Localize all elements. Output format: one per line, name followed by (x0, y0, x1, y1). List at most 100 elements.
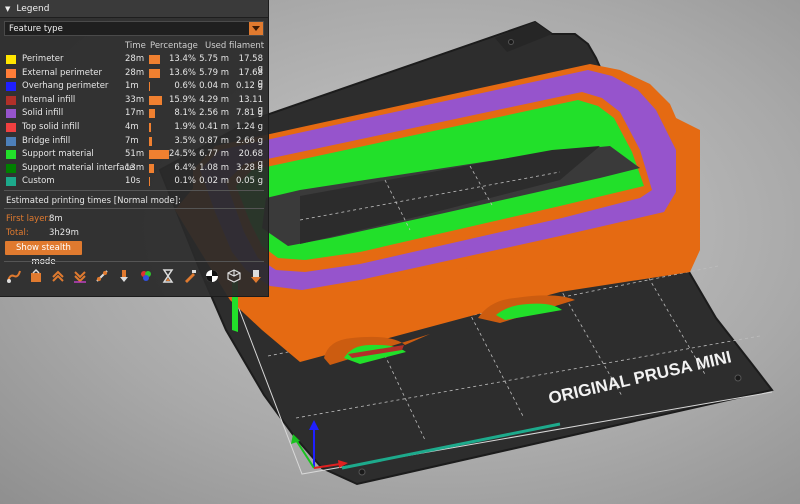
feature-name: Perimeter (22, 54, 64, 64)
divider (4, 208, 264, 209)
seams-icon[interactable] (94, 268, 110, 284)
feature-percentage: 6.4% (174, 162, 196, 173)
color-swatch (6, 82, 16, 92)
feature-length: 4.29 m (199, 94, 229, 105)
feature-length: 0.04 m (199, 81, 229, 92)
feature-time: 17m (125, 108, 145, 119)
feature-name: Support material interface (22, 162, 135, 173)
legend-row: Overhang perimeter 1m 0.6% 0.04 m 0.12 g (0, 80, 268, 93)
feature-time: 33m (125, 94, 145, 105)
legend-row: Custom 10s 0.1% 0.02 m 0.05 g (0, 175, 268, 188)
col-percentage: Percentage (150, 41, 198, 51)
color-changes-icon[interactable] (138, 268, 154, 284)
first-layer-value: 8m (49, 214, 63, 224)
feature-percentage: 13.4% (168, 54, 196, 64)
estimated-times-label: Estimated printing times [Normal mode]: (6, 196, 181, 206)
color-swatch (6, 55, 16, 64)
color-swatch (6, 136, 16, 146)
feature-percentage: 8.1% (174, 108, 196, 119)
feature-percentage: 3.5% (174, 135, 196, 146)
color-swatch (6, 123, 16, 132)
color-swatch (6, 109, 16, 119)
feature-percentage: 13.6% (168, 67, 196, 78)
dropdown-arrow-icon[interactable] (249, 22, 263, 35)
color-swatch (6, 95, 16, 105)
legend-title: Legend (16, 3, 50, 14)
feature-name: Solid infill (22, 108, 64, 119)
feature-length: 2.56 m (199, 108, 229, 119)
legend-table-header: Time Percentage Used filament (0, 41, 268, 52)
col-time: Time (125, 41, 146, 51)
legend-header[interactable]: ▼ Legend (0, 0, 268, 18)
feature-time: 13m (125, 162, 145, 173)
first-layer-label: First layer: (6, 214, 51, 224)
feature-name: Top solid infill (22, 122, 80, 132)
color-swatch (6, 150, 16, 160)
legend-row: Support material interface 13m 6.4% 1.08 m 3… (0, 162, 268, 175)
feature-length: 6.77 m (199, 149, 229, 160)
feature-name: Custom (22, 176, 55, 187)
legend-panel: ▼ Legend Feature type Time Percentage Us… (0, 0, 268, 296)
feature-length: 0.02 m (199, 176, 229, 187)
wipe-icon[interactable] (28, 268, 44, 284)
travel-icon[interactable] (6, 268, 22, 284)
feature-percentage: 15.9% (168, 94, 196, 105)
feature-name: Overhang perimeter (22, 81, 109, 92)
legend-toolbar (6, 268, 264, 288)
feature-name: Bridge infill (22, 135, 71, 146)
feature-length: 5.75 m (199, 54, 229, 64)
collapse-triangle-icon[interactable]: ▼ (5, 5, 10, 13)
color-swatch (6, 177, 16, 187)
feature-weight: 7.81 g (235, 108, 263, 119)
feature-time: 1m (125, 81, 139, 92)
divider (4, 261, 264, 262)
color-swatch (6, 68, 16, 78)
feature-time: 10s (125, 176, 141, 187)
tool-changes-icon[interactable] (116, 268, 132, 284)
legend-row: Bridge infill 7m 3.5% 0.87 m 2.66 g (0, 135, 268, 148)
feature-name: Support material (22, 149, 94, 160)
feature-time: 28m (125, 67, 145, 78)
feature-weight: 3.28 g (235, 162, 263, 173)
center-of-gravity-icon[interactable] (204, 268, 220, 284)
feature-time: 51m (125, 149, 145, 160)
custom-gcode-icon[interactable] (182, 268, 198, 284)
view-type-select[interactable]: Feature type (4, 21, 264, 36)
feature-length: 0.87 m (199, 135, 229, 146)
feature-length: 0.41 m (199, 122, 229, 132)
feature-name: External perimeter (22, 67, 103, 78)
shells-icon[interactable] (226, 268, 242, 284)
legend-row: Solid infill 17m 8.1% 2.56 m 7.81 g (0, 107, 268, 120)
total-value: 3h29m (49, 228, 79, 238)
legend-row: Internal infill 33m 15.9% 4.29 m 13.11 g (0, 94, 268, 115)
feature-percentage: 24.5% (168, 149, 196, 160)
legend-row: Perimeter 28m 13.4% 5.75 m 17.58 g (0, 53, 268, 74)
feature-name: Internal infill (22, 94, 76, 105)
legend-row: External perimeter 28m 13.6% 5.79 m 17.68 g (0, 67, 268, 88)
col-filament: Used filament (205, 41, 265, 51)
show-stealth-mode-button[interactable]: Show stealth mode (5, 241, 82, 267)
deretractions-icon[interactable] (72, 268, 88, 284)
feature-weight: 0.05 g (235, 176, 263, 187)
feature-time: 28m (125, 54, 145, 64)
view-type-value: Feature type (9, 24, 63, 34)
feature-time: 7m (125, 135, 139, 146)
retractions-icon[interactable] (50, 268, 66, 284)
screw-hole (734, 374, 742, 382)
feature-percentage: 1.9% (174, 122, 196, 132)
divider (4, 190, 264, 191)
pause-icon[interactable] (160, 268, 176, 284)
screw-hole (358, 468, 366, 476)
feature-weight: 0.12 g (235, 81, 263, 92)
feature-length: 1.08 m (199, 162, 229, 173)
legend-row: Top solid infill 4m 1.9% 0.41 m 1.24 g (0, 121, 268, 134)
feature-weight: 1.24 g (235, 122, 263, 132)
feature-percentage: 0.6% (174, 81, 196, 92)
screw-hole (508, 39, 514, 45)
tool-marker-icon[interactable] (248, 268, 264, 284)
total-label: Total: (6, 228, 29, 238)
legend-row: Support material 51m 24.5% 6.77 m 20.68 g (0, 148, 268, 169)
feature-percentage: 0.1% (174, 176, 196, 187)
feature-weight: 2.66 g (235, 135, 263, 146)
feature-time: 4m (125, 122, 139, 132)
